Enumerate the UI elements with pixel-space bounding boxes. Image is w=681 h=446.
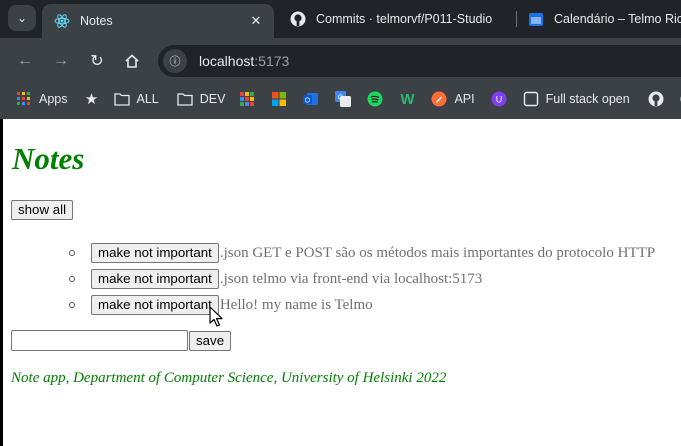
tab-calendar[interactable]: Calendário – Telmo Ricardo [516, 4, 681, 34]
toggle-importance-button[interactable]: make not important [91, 243, 219, 263]
bookmark-colorful-grid[interactable] [239, 91, 255, 107]
toggle-importance-button[interactable]: make not important [91, 269, 219, 289]
notes-list: make not important .json GET e POST são … [65, 240, 655, 318]
outlook-calendar-icon [528, 11, 544, 27]
folder-icon [113, 91, 130, 107]
show-all-button[interactable]: show all [11, 200, 74, 220]
bookmark-u[interactable]: U [491, 91, 507, 107]
tab-title: Calendário – Telmo Ricardo [554, 12, 681, 26]
address-url: localhost:5173 [199, 53, 290, 69]
browser-toolbar: ← → ↻ ⓘ localhost:5173 [0, 38, 681, 84]
home-icon[interactable] [121, 50, 143, 72]
bookmark-github-1[interactable] [648, 91, 664, 107]
address-bar[interactable]: ⓘ localhost:5173 [158, 45, 681, 77]
bookmark-spotify[interactable] [367, 91, 383, 107]
bookmark-microsoft[interactable] [271, 91, 287, 107]
bookmarks-bar: Apps ★ ALL DEV O G W API U Full stack op… [0, 84, 681, 114]
note-item: make not important .json telmo via front… [65, 266, 655, 292]
note-item: make not important Hello! my name is Tel… [65, 292, 655, 318]
apps-grid-icon [16, 91, 32, 107]
bookmark-folder-all[interactable]: ALL [113, 91, 159, 107]
tab-title: Commits · telmorvf/P011-Studio [316, 12, 493, 26]
bookmark-outlook[interactable]: O [303, 91, 319, 107]
save-button[interactable]: save [189, 330, 232, 351]
svg-text:O: O [305, 98, 311, 105]
fullstack-icon [523, 91, 539, 107]
outlook-icon: O [303, 91, 319, 107]
bookmark-translate[interactable]: G [335, 91, 352, 107]
note-content: .json GET e POST são os métodos mais imp… [219, 244, 656, 261]
close-icon[interactable]: ✕ [248, 13, 264, 29]
github-icon [290, 11, 306, 27]
toggle-importance-button[interactable]: make not important [91, 295, 219, 315]
bookmark-api[interactable]: API [431, 91, 475, 107]
new-note-input[interactable] [11, 330, 188, 351]
note-item: make not important .json GET e POST são … [65, 240, 655, 266]
react-icon [54, 13, 70, 29]
list-bullet [69, 250, 75, 256]
colorful-grid-icon [239, 91, 255, 107]
svg-text:U: U [495, 95, 502, 105]
page-title: Notes [12, 141, 85, 176]
svg-text:G: G [338, 95, 343, 102]
tab-title: Notes [80, 14, 113, 28]
tab-commits[interactable]: Commits · telmorvf/P011-Studio [278, 4, 510, 34]
tab-notes[interactable]: Notes ✕ [42, 4, 274, 38]
w-icon: W [400, 90, 415, 108]
translate-icon: G [335, 91, 352, 107]
page-viewport: Notes show all make not important .json … [0, 119, 681, 446]
site-info-icon[interactable]: ⓘ [163, 49, 187, 73]
back-arrow-icon[interactable]: ← [14, 50, 36, 72]
star-icon: ★ [84, 91, 99, 108]
list-bullet [69, 302, 75, 308]
browser-chrome: ⌄ Notes ✕ Commits · telmorvf/P011-Studio… [0, 0, 681, 119]
folder-icon [177, 91, 193, 107]
tab-strip: ⌄ Notes ✕ Commits · telmorvf/P011-Studio… [0, 0, 681, 38]
reload-icon[interactable]: ↻ [86, 50, 108, 72]
bookmark-full-stack-open[interactable]: Full stack open [523, 91, 630, 107]
bookmark-star[interactable]: ★ [84, 91, 100, 108]
chevron-down-icon: ⌄ [16, 11, 28, 25]
bookmark-w[interactable]: W [399, 90, 415, 108]
note-content: .json telmo via front-end via localhost:… [219, 270, 483, 287]
footer-text: Note app, Department of Computer Science… [11, 370, 447, 386]
microsoft-icon [271, 91, 287, 107]
bookmark-folder-dev[interactable]: DEV [177, 91, 225, 107]
spotify-icon [367, 91, 383, 107]
list-bullet [69, 276, 75, 282]
note-content: Hello! my name is Telmo [219, 296, 373, 313]
tab-search-button[interactable]: ⌄ [8, 5, 36, 31]
postman-icon [431, 91, 447, 107]
github-icon [648, 91, 664, 107]
u-icon: U [491, 91, 507, 107]
mouse-cursor-icon [209, 306, 223, 327]
new-note-form: save [11, 330, 232, 351]
forward-arrow-icon[interactable]: → [50, 50, 72, 72]
bookmark-apps[interactable]: Apps [16, 91, 68, 107]
